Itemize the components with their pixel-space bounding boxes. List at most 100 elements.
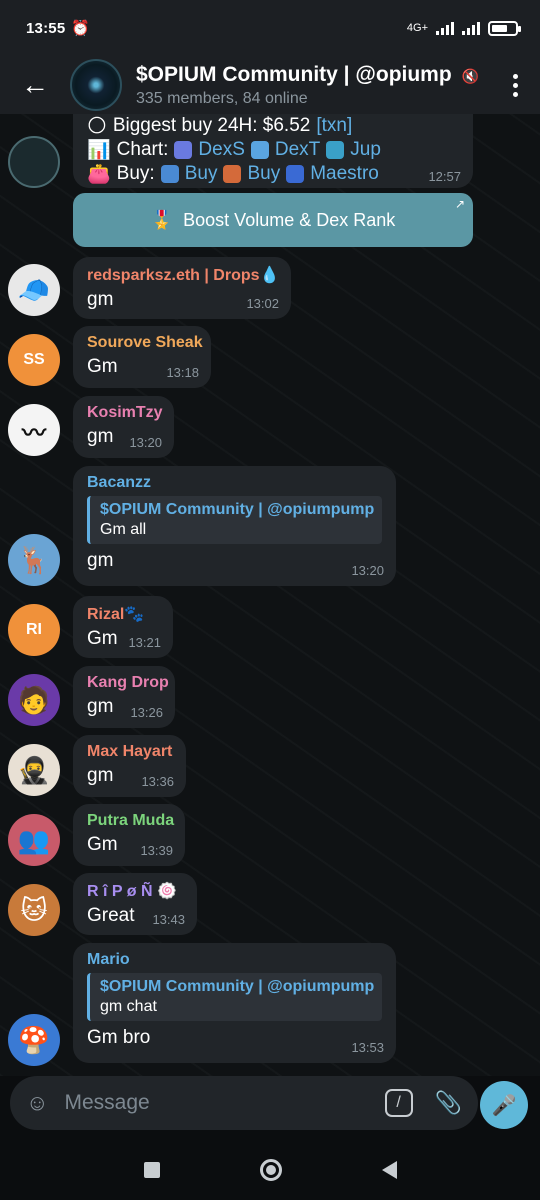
message-text: gm [87, 550, 114, 571]
reply-quote[interactable]: $OPIUM Community | @opiumpump gm chat [87, 973, 382, 1021]
avatar[interactable]: 👥 [8, 814, 60, 866]
recents-button[interactable] [143, 1162, 160, 1178]
jupiter-icon [326, 141, 345, 159]
chart-label: Chart: [116, 139, 169, 160]
fire-icon: 🌕 [87, 115, 107, 137]
reply-sender: $OPIUM Community | @opiumpump [100, 501, 375, 518]
mic-button[interactable]: 🎤 [480, 1081, 528, 1129]
dext-link[interactable]: DexT [275, 139, 320, 161]
external-link-icon: ↗ [454, 197, 465, 211]
message-bubble: Rizal🐾 Gm 13:21 [73, 596, 173, 658]
bot-command-icon[interactable]: / [384, 1089, 413, 1117]
group-title-text: $OPIUM Community | @opiump [136, 62, 452, 86]
bot-icon [160, 165, 179, 183]
message-bubble: Max Hayart gm 13:36 [73, 735, 186, 797]
message-time: 13:18 [166, 365, 199, 380]
status-time: 13:55 [26, 19, 66, 37]
mic-icon: 🎤 [491, 1094, 517, 1117]
sender-name[interactable]: Bacanzz [87, 474, 382, 492]
message-time: 13:43 [152, 912, 185, 927]
home-button[interactable] [259, 1159, 282, 1181]
avatar[interactable]: RI [8, 604, 60, 656]
buy-line: 👛 Buy: Buy Buy Maestro [87, 162, 459, 186]
network-type: 4G+ [406, 22, 428, 34]
message-time: 13:36 [141, 774, 174, 789]
attach-icon[interactable]: 📎 [435, 1090, 462, 1116]
message-bubble: redsparksz.eth | Drops💧 gm 13:02 [73, 257, 291, 319]
chart-line: 📊 Chart: DexS DexT Jup [87, 138, 459, 162]
biggest-buy-line: 🌕 Biggest buy 24H: $6.52 [txn] [87, 114, 459, 138]
message-bubble: Bacanzz $OPIUM Community | @opiumpump Gm… [73, 466, 396, 586]
maestro-icon [286, 165, 305, 183]
header-info[interactable]: $OPIUM Community | @opiump 🔇 335 members… [136, 63, 490, 108]
alarm-icon: ⏰ [71, 20, 91, 37]
bot-avatar[interactable] [8, 136, 60, 188]
message-bubble: Putra Muda Gm 13:39 [73, 804, 185, 866]
avatar[interactable]: 🥷 [8, 744, 60, 796]
bot-message-time: 12:57 [428, 169, 461, 184]
avatar[interactable]: 〰 [8, 404, 60, 456]
emoji-icon[interactable]: ☺ [26, 1090, 48, 1116]
chat-area[interactable]: 🌕 Biggest buy 24H: $6.52 [txn] 📊 Chart: … [0, 114, 540, 1076]
sender-name[interactable]: redsparksz.eth | Drops💧 [87, 265, 279, 285]
dexscreener-icon [174, 141, 193, 159]
maestro-link[interactable]: Maestro [310, 163, 379, 185]
battery-icon [488, 20, 521, 36]
message-bubble: KosimTzy gm 13:20 [73, 396, 174, 458]
back-button[interactable]: ← [0, 69, 70, 101]
message-time: 13:21 [128, 635, 161, 650]
message-time: 13:02 [246, 296, 279, 311]
avatar[interactable]: 🧢 [8, 264, 60, 316]
sender-name[interactable]: Sourove Sheak [87, 334, 203, 352]
message-text: Gm bro [87, 1027, 151, 1048]
message-composer: ☺ / 📎 [10, 1076, 478, 1130]
back-nav-button[interactable] [381, 1161, 397, 1179]
message-time: 13:20 [351, 563, 384, 578]
avatar[interactable]: 🐱 [8, 884, 60, 936]
group-avatar[interactable] [70, 59, 122, 111]
message-time: 13:39 [140, 843, 173, 858]
jup-link[interactable]: Jup [350, 139, 381, 161]
sender-name[interactable]: Putra Muda [87, 812, 174, 830]
buy-link-2[interactable]: Buy [247, 163, 280, 185]
group-title: $OPIUM Community | @opiump 🔇 [136, 63, 490, 87]
message-time: 13:53 [351, 1040, 384, 1055]
message-bubble: Sourove Sheak Gm 13:18 [73, 326, 211, 388]
mute-icon: 🔇 [461, 67, 479, 84]
chart-icon: 📊 [87, 140, 111, 161]
reply-text: Gm all [100, 521, 147, 538]
avatar[interactable]: SS [8, 334, 60, 386]
sender-name[interactable]: Max Hayart [87, 743, 172, 761]
message-time: 13:20 [129, 435, 162, 450]
message-bubble: Mario $OPIUM Community | @opiumpump gm c… [73, 943, 396, 1063]
txn-link[interactable]: [txn] [316, 115, 352, 137]
dextools-icon [250, 141, 269, 159]
avatar[interactable]: 🍄 [8, 1014, 60, 1066]
reply-sender: $OPIUM Community | @opiumpump [100, 978, 375, 995]
system-nav-bar [0, 1140, 540, 1200]
sender-name[interactable]: Rizal🐾 [87, 604, 159, 624]
buy-label: Buy: [116, 163, 155, 184]
biggest-buy-text: Biggest buy 24H: $6.52 [112, 115, 311, 136]
boost-label: Boost Volume & Dex Rank [183, 209, 396, 230]
avatar[interactable]: 🧑 [8, 674, 60, 726]
wallet-icon: 👛 [87, 164, 111, 185]
message-bubble: Kang Drop gm 13:26 [73, 666, 175, 728]
chat-header: ← $OPIUM Community | @opiump 🔇 335 membe… [0, 56, 540, 114]
reply-quote[interactable]: $OPIUM Community | @opiumpump Gm all [87, 496, 382, 544]
group-subtitle: 335 members, 84 online [136, 89, 308, 107]
sender-name[interactable]: R î P ø Ñ 🍥 [87, 881, 183, 901]
sender-name[interactable]: Kang Drop [87, 674, 169, 692]
sender-name[interactable]: KosimTzy [87, 404, 163, 422]
dexs-link[interactable]: DexS [198, 139, 244, 161]
boost-icon: 🎖️ [150, 209, 174, 230]
reply-text: gm chat [100, 998, 157, 1015]
signal-icon-2 [462, 21, 480, 35]
sender-name[interactable]: Mario [87, 951, 382, 969]
avatar[interactable]: 🦌 [8, 534, 60, 586]
more-menu-icon[interactable] [490, 73, 540, 97]
buy-link-1[interactable]: Buy [185, 163, 218, 185]
message-input[interactable] [64, 1091, 385, 1115]
status-right: 4G+ [406, 20, 521, 36]
boost-button[interactable]: 🎖️ Boost Volume & Dex Rank ↗ [73, 193, 473, 247]
